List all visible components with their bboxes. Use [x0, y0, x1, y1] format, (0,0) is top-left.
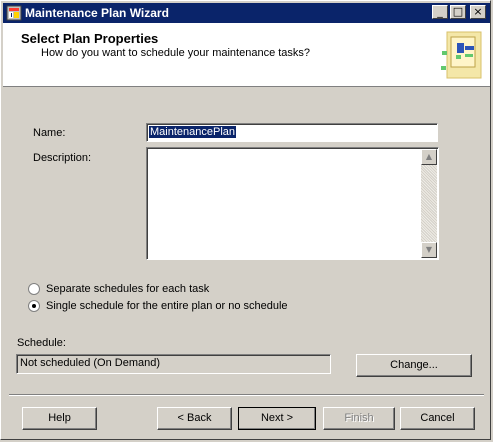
- wizard-header: Select Plan Properties How do you want t…: [3, 23, 490, 87]
- name-field[interactable]: MaintenancePlan: [146, 123, 438, 142]
- separate-schedules-option[interactable]: Separate schedules for each task: [28, 281, 209, 297]
- maintenance-plan-wizard-window: Maintenance Plan Wizard _ □ × Select Pla…: [0, 0, 491, 440]
- close-button[interactable]: ×: [470, 5, 486, 19]
- single-schedule-label[interactable]: Single schedule for the entire plan or n…: [46, 300, 288, 312]
- schedule-display: Not scheduled (On Demand): [16, 354, 331, 374]
- name-label: Name:: [33, 127, 66, 139]
- single-schedule-radio[interactable]: [28, 300, 40, 312]
- wizard-header-graphic: [432, 31, 490, 79]
- single-schedule-option[interactable]: Single schedule for the entire plan or n…: [28, 298, 288, 314]
- name-field-selected-text: MaintenancePlan: [149, 126, 237, 138]
- next-button[interactable]: Next >: [238, 407, 316, 430]
- separate-schedules-radio[interactable]: [28, 283, 40, 295]
- maintenance-plan-icon: [6, 5, 22, 21]
- schedule-label: Schedule:: [17, 337, 66, 349]
- help-button[interactable]: Help: [22, 407, 97, 430]
- minimize-button[interactable]: _: [432, 5, 448, 19]
- separate-schedules-label[interactable]: Separate schedules for each task: [46, 283, 209, 295]
- page-title: Select Plan Properties: [21, 31, 159, 46]
- maximize-button[interactable]: □: [450, 5, 466, 19]
- scroll-down-arrow-icon[interactable]: ▼: [421, 242, 437, 258]
- description-scrollbar[interactable]: ▲ ▼: [421, 149, 437, 258]
- cancel-button[interactable]: Cancel: [400, 407, 475, 430]
- page-subtitle: How do you want to schedule your mainten…: [41, 47, 311, 59]
- scroll-up-arrow-icon[interactable]: ▲: [421, 149, 437, 165]
- footer-separator: [9, 394, 484, 396]
- window-title-bar[interactable]: Maintenance Plan Wizard _ □ ×: [3, 3, 490, 23]
- description-label: Description:: [33, 152, 92, 164]
- description-field[interactable]: ▲ ▼: [146, 147, 439, 260]
- finish-button: Finish: [323, 407, 395, 430]
- window-controls: _ □ ×: [432, 5, 486, 19]
- back-button[interactable]: < Back: [157, 407, 232, 430]
- window-title: Maintenance Plan Wizard: [25, 6, 169, 20]
- change-schedule-button[interactable]: Change...: [356, 354, 472, 377]
